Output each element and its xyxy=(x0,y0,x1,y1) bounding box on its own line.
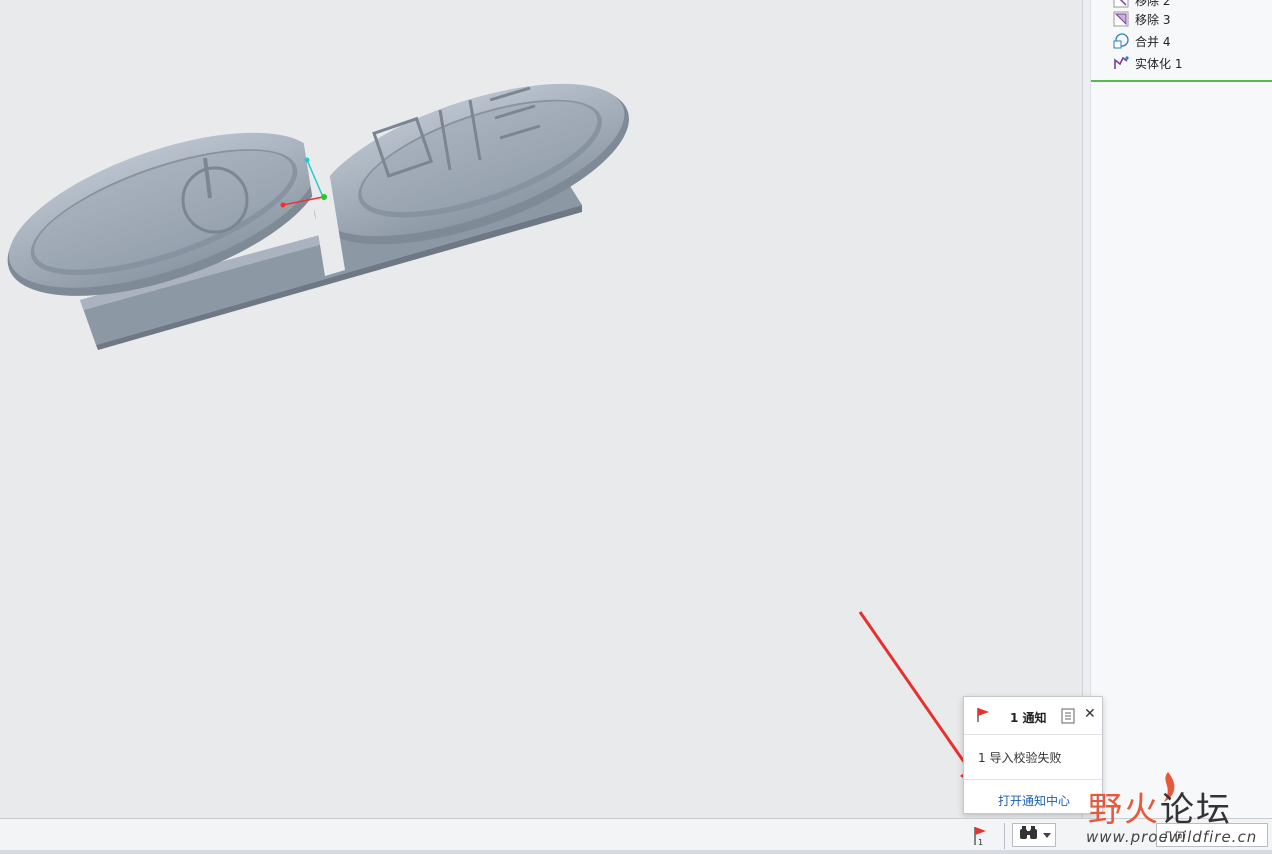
tree-item-label: 移除 3 xyxy=(1135,12,1171,27)
tree-item-merge-4[interactable]: 合并 4 xyxy=(1113,31,1170,51)
notification-message[interactable]: 1 导入校验失败 xyxy=(978,749,1061,766)
selection-filter-select[interactable]: 几何 xyxy=(1156,823,1268,847)
remove-feature-icon xyxy=(1113,0,1129,8)
model-tree-panel: 移除 2 移除 3 合并 4 实体化 1 xyxy=(1082,0,1272,818)
tree-item-label: 移除 2 xyxy=(1135,0,1171,8)
red-flag-icon xyxy=(976,707,990,727)
remove-feature-icon xyxy=(1113,11,1129,27)
notification-flag-button[interactable]: 1 xyxy=(965,823,995,849)
chevron-down-icon[interactable] xyxy=(1043,833,1051,838)
notification-title: 1 通知 xyxy=(1010,711,1047,725)
tree-insert-marker[interactable] xyxy=(1091,80,1272,82)
find-button[interactable] xyxy=(1012,823,1056,847)
notification-count: 1 xyxy=(978,838,983,847)
notification-footer: 打开通知中心 xyxy=(964,779,1102,815)
tree-item-label: 合并 4 xyxy=(1135,34,1171,49)
close-icon[interactable]: ✕ xyxy=(1084,706,1096,722)
tree-item-remove-3[interactable]: 移除 3 xyxy=(1113,9,1170,29)
binoculars-icon xyxy=(1019,825,1039,845)
solidify-feature-icon xyxy=(1113,55,1129,71)
notification-header: 1 通知 ✕ xyxy=(964,697,1102,735)
open-notification-center-link[interactable]: 打开通知中心 xyxy=(998,792,1070,809)
statusbar-divider xyxy=(1004,823,1005,849)
notification-popup: 1 通知 ✕ 1 导入校验失败 打开通知中心 xyxy=(963,696,1103,814)
statusbar-bottom-edge xyxy=(0,850,1272,854)
tree-item-solidify-1[interactable]: 实体化 1 xyxy=(1113,53,1182,73)
tree-item-label: 实体化 1 xyxy=(1135,56,1183,71)
notification-list-icon[interactable] xyxy=(1061,708,1075,728)
status-bar: 1 几何 xyxy=(0,818,1272,854)
merge-feature-icon xyxy=(1113,33,1129,49)
